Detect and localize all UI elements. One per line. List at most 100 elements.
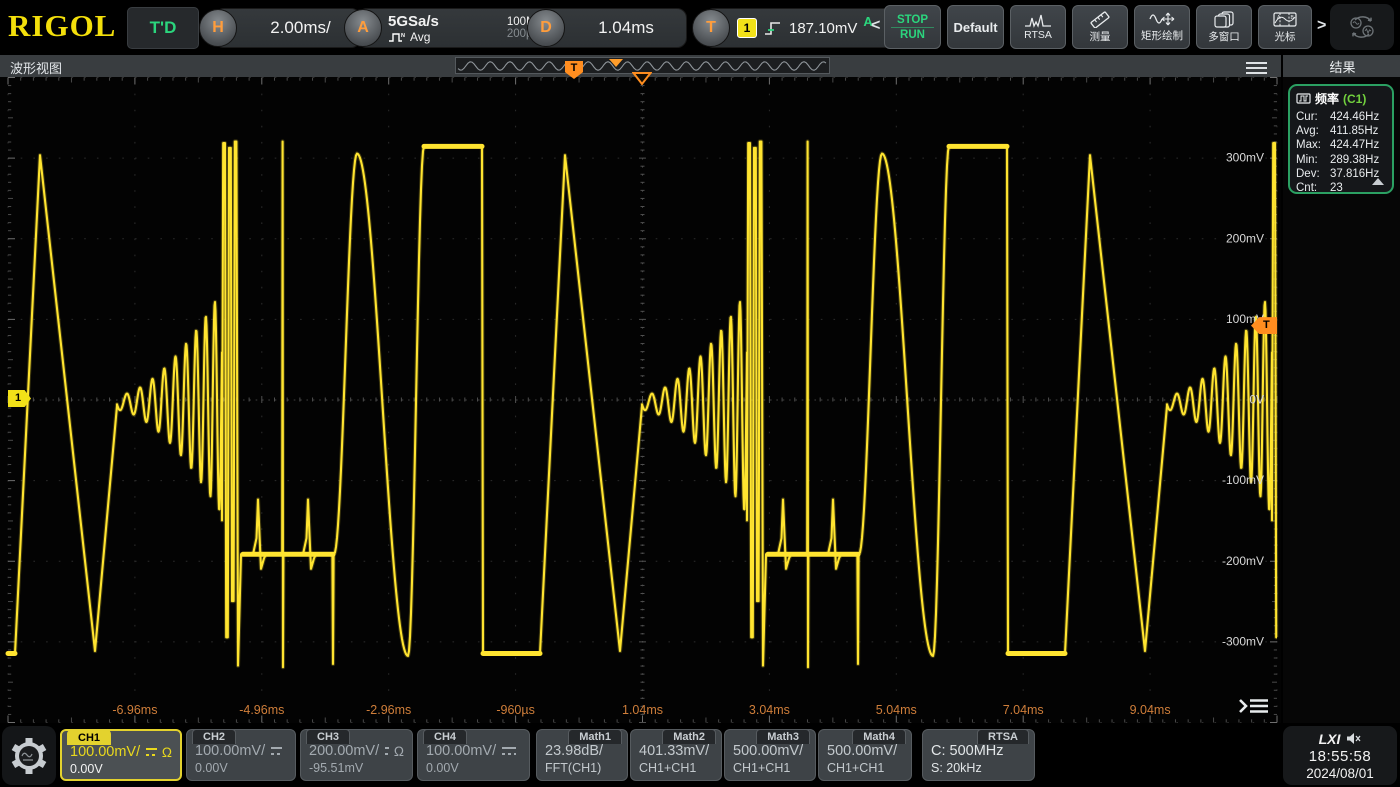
system-time: 18:55:58 <box>1309 748 1371 765</box>
horizontal-reference-marker[interactable] <box>632 72 652 85</box>
toolbar-scroll-right[interactable]: > <box>1317 17 1326 35</box>
acquire-knob[interactable]: A <box>344 9 382 47</box>
stat-value: 23 <box>1330 181 1343 195</box>
system-status-box[interactable]: LXI 18:55:58 2024/08/01 <box>1283 726 1397 785</box>
top-status-bar: RIGOL T'D 2.00ms/ H 5GSa/s N Avg 100Mpts… <box>0 0 1400 55</box>
impedance-label: Ω <box>162 745 172 760</box>
trigger-knob[interactable]: T <box>692 9 730 47</box>
channel-card-ch4[interactable]: CH4 100.00mV/ 0.00V <box>417 729 530 781</box>
math-scale: 401.33mV/ <box>639 743 713 759</box>
math-card-math2[interactable]: Math2 401.33mV/ CH1+CH1 <box>630 729 722 781</box>
svg-text:9.04ms: 9.04ms <box>1130 703 1171 717</box>
channel-tab[interactable]: CH3 <box>306 729 350 744</box>
waveform-display-area[interactable]: 300mV200mV100mV0V-100mV-200mV-300mV-6.96… <box>0 77 1281 723</box>
stat-label: Cur: <box>1296 110 1330 124</box>
stat-label: Cnt: <box>1296 181 1330 195</box>
rtsa-tab[interactable]: RTSA <box>977 729 1029 744</box>
stop-run-button[interactable]: STOP RUN <box>884 5 941 49</box>
rtsa-center-freq: C: 500MHz <box>931 743 1026 759</box>
mute-speaker-icon <box>1346 732 1361 745</box>
settings-button[interactable] <box>2 726 56 785</box>
dc-coupling-icon <box>146 747 157 757</box>
channel-card-ch3[interactable]: CH3 200.00mV/Ω -95.51mV <box>300 729 413 781</box>
results-panel: 结果 频率(C1) Cur:424.46Hz Avg:411.85Hz Max:… <box>1281 55 1400 723</box>
measurement-source: (C1) <box>1343 92 1366 106</box>
channel-scale: 100.00mV/ <box>426 743 496 759</box>
math-tab[interactable]: Math1 <box>568 729 622 744</box>
channel-tab[interactable]: CH4 <box>423 729 467 744</box>
measurement-card[interactable]: 频率(C1) Cur:424.46Hz Avg:411.85Hz Max:424… <box>1288 84 1394 194</box>
channel-scale: 100.00mV/ <box>70 744 140 760</box>
svg-text:5.04ms: 5.04ms <box>876 703 917 717</box>
oscilloscope-screen: { "topbar": { "logo": "RIGOL", "trigger_… <box>0 0 1400 787</box>
spectrum-icon <box>1024 13 1052 28</box>
dc-coupling-icon <box>271 746 282 756</box>
measurement-name: 频率 <box>1315 90 1339 107</box>
math-scale: 23.98dB/ <box>545 743 619 759</box>
svg-text:1.04ms: 1.04ms <box>622 703 663 717</box>
toolbar-scroll-left[interactable]: < <box>871 17 880 35</box>
math-tab[interactable]: Math2 <box>662 729 716 744</box>
channel-tab[interactable]: CH2 <box>192 729 236 744</box>
expand-menu-icon[interactable] <box>1237 696 1271 716</box>
horizontal-knob[interactable]: H <box>199 9 237 47</box>
overview-trigger-marker[interactable] <box>609 59 623 67</box>
stat-label: Dev: <box>1296 167 1330 181</box>
rtsa-button[interactable]: RTSA <box>1010 5 1066 49</box>
measurement-icon <box>1296 93 1311 104</box>
channel-tab[interactable]: CH1 <box>67 730 111 745</box>
ruler-icon <box>1088 11 1112 28</box>
rtsa-label: RTSA <box>1024 29 1052 41</box>
lxi-label: LXI <box>1319 731 1341 747</box>
default-button[interactable]: Default <box>947 5 1004 49</box>
svg-text:-200mV: -200mV <box>1222 554 1264 568</box>
stat-label: Min: <box>1296 153 1330 167</box>
wave-move-icon <box>1149 11 1175 27</box>
math-card-math3[interactable]: Math3 500.00mV/ CH1+CH1 <box>724 729 816 781</box>
math-source: CH1+CH1 <box>827 761 903 775</box>
trigger-source-badge: 1 <box>737 18 757 38</box>
multi-window-button[interactable]: 多窗口 <box>1196 5 1252 49</box>
trigger-edge-icon <box>763 18 783 38</box>
overview-waveform <box>456 58 829 73</box>
svg-text:300mV: 300mV <box>1226 151 1264 165</box>
cursor-button[interactable]: A B 光标 <box>1258 5 1312 49</box>
channel-offset: 0.00V <box>195 761 287 775</box>
mode-switch-button[interactable] <box>1330 4 1394 50</box>
svg-text:0V: 0V <box>1249 393 1264 407</box>
trigger-status-indicator[interactable]: T'D <box>127 7 199 49</box>
trigger-level-value: 187.10mV <box>789 20 857 37</box>
stat-value: 289.38Hz <box>1330 153 1379 167</box>
stop-label: STOP <box>891 13 934 28</box>
mode-cycle-icon <box>1345 11 1379 43</box>
math-tab[interactable]: Math4 <box>852 729 906 744</box>
channel-scale: 100.00mV/ <box>195 743 265 759</box>
run-label: RUN <box>900 28 925 41</box>
view-title: 波形视图 <box>10 58 62 77</box>
results-header: 结果 <box>1283 55 1400 77</box>
cursor-icon: A B <box>1272 11 1298 28</box>
system-date: 2024/08/01 <box>1306 766 1374 781</box>
rtsa-card[interactable]: RTSA C: 500MHz S: 20kHz <box>922 729 1035 781</box>
dc-coupling-icon <box>502 746 516 756</box>
menu-icon[interactable] <box>1246 59 1267 77</box>
measure-button[interactable]: 测量 <box>1072 5 1128 49</box>
rect-draw-label: 矩形绘制 <box>1141 28 1183 43</box>
delay-knob[interactable]: D <box>527 9 565 47</box>
channel-card-ch2[interactable]: CH2 100.00mV/ 0.00V <box>186 729 296 781</box>
rigol-logo: RIGOL <box>8 8 116 44</box>
rect-draw-button[interactable]: 矩形绘制 <box>1134 5 1190 49</box>
channel-card-ch1[interactable]: CH1 100.00mV/Ω 0.00V <box>60 729 182 781</box>
svg-text:3.04ms: 3.04ms <box>749 703 790 717</box>
math-card-math4[interactable]: Math4 500.00mV/ CH1+CH1 <box>818 729 912 781</box>
channel-offset: -95.51mV <box>309 761 404 775</box>
collapse-arrow-icon[interactable] <box>1372 178 1384 185</box>
math-card-math1[interactable]: Math1 23.98dB/ FFT(CH1) <box>536 729 628 781</box>
math-scale: 500.00mV/ <box>733 743 807 759</box>
math-tab[interactable]: Math3 <box>756 729 810 744</box>
waveform-chart: 300mV200mV100mV0V-100mV-200mV-300mV-6.96… <box>0 77 1281 723</box>
svg-text:-6.96ms: -6.96ms <box>112 703 157 717</box>
stat-value: 411.85Hz <box>1330 124 1378 138</box>
math-source: FFT(CH1) <box>545 761 619 775</box>
math-source: CH1+CH1 <box>639 761 713 775</box>
